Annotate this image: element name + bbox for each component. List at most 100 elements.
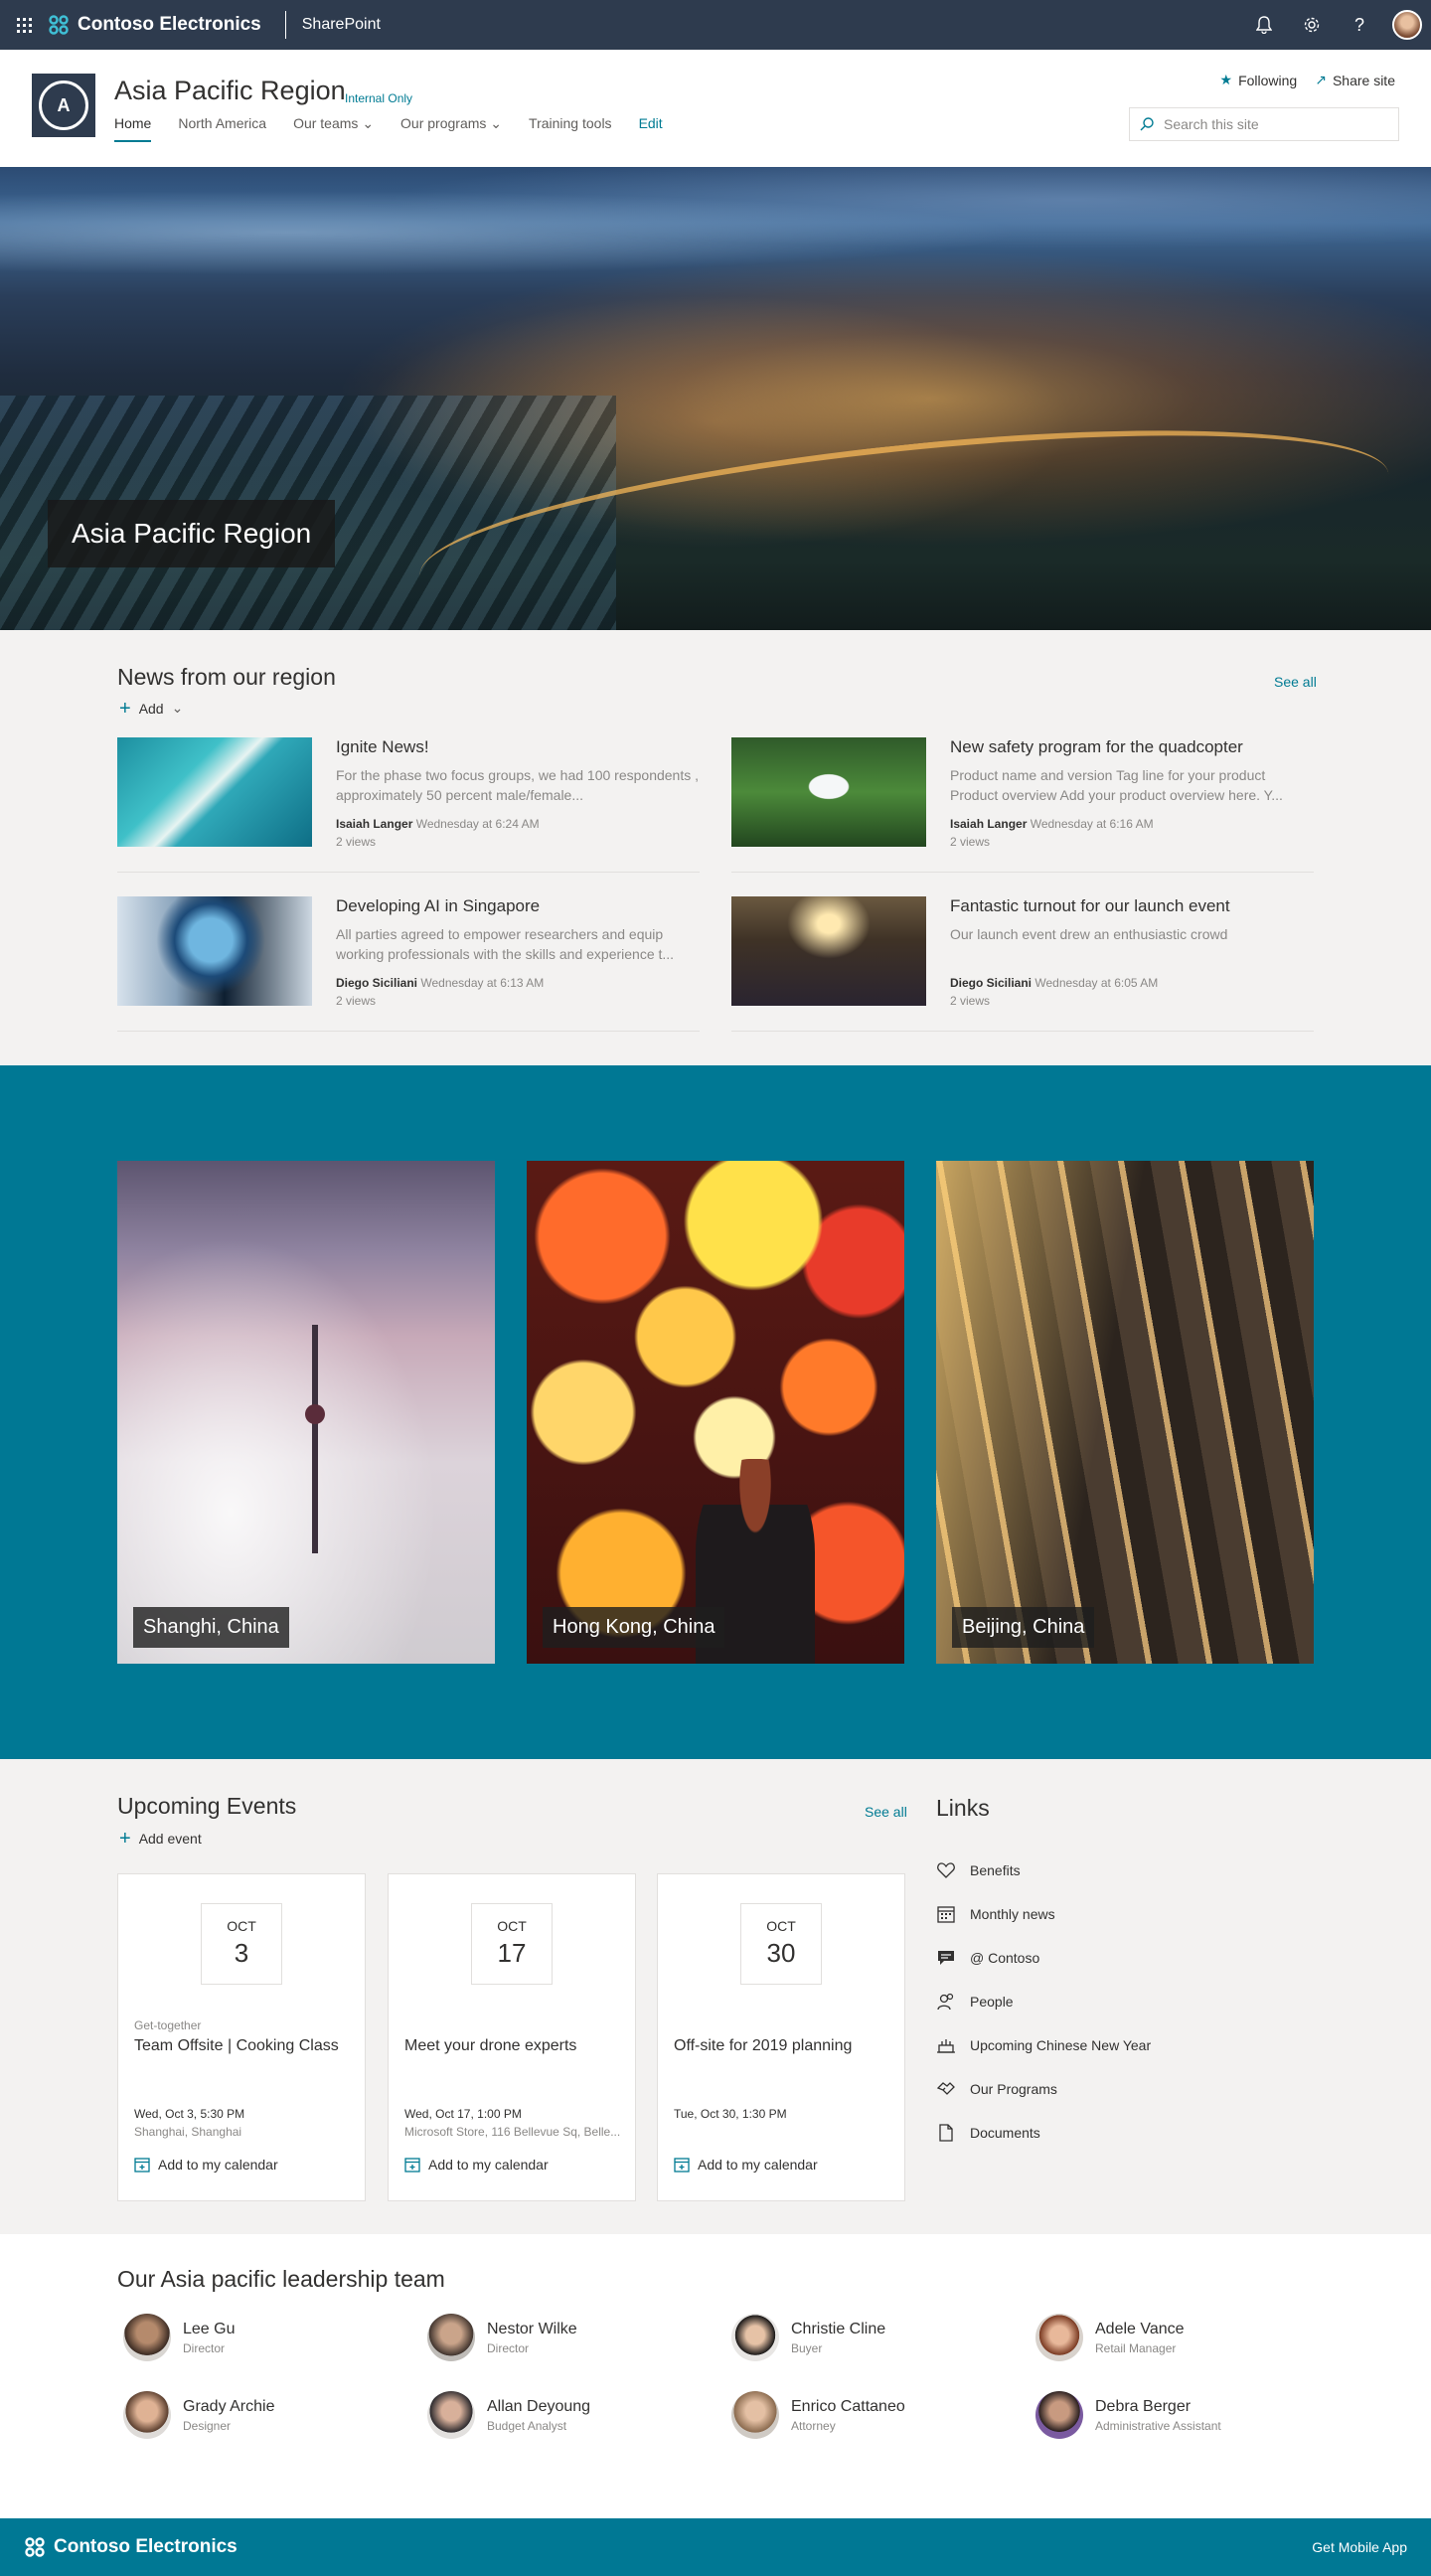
classification-badge: Internal Only (345, 91, 413, 105)
person-role: Designer (183, 2418, 232, 2433)
news-title: Fantastic turnout for our launch event (950, 896, 1230, 915)
person-card[interactable]: Grady Archie Designer (123, 2391, 274, 2439)
person-name: Lee Gu (183, 2320, 236, 2337)
person-card[interactable]: Debra Berger Administrative Assistant (1035, 2391, 1221, 2439)
get-mobile-app-link[interactable]: Get Mobile App (1312, 2539, 1407, 2555)
person-name: Adele Vance (1095, 2320, 1185, 2337)
following-button[interactable]: ★ Following (1220, 72, 1298, 88)
person-role: Budget Analyst (487, 2418, 567, 2433)
document-icon (939, 2124, 953, 2142)
avatar (427, 2391, 475, 2439)
news-description: Product name and version Tag line for yo… (950, 767, 1283, 803)
news-item[interactable]: Developing AI in Singapore All parties a… (117, 896, 700, 1032)
person-name: Christie Cline (791, 2320, 886, 2337)
person-role: Administrative Assistant (1095, 2418, 1221, 2433)
link-documents[interactable]: Documents (936, 2123, 1040, 2143)
add-to-calendar-label: Add to my calendar (698, 2157, 818, 2173)
site-header: A Asia Pacific Region Internal Only Home… (0, 50, 1431, 167)
tv-tower-shape (312, 1325, 318, 1553)
brand[interactable]: Contoso Electronics (48, 11, 286, 39)
person-card[interactable]: Adele Vance Retail Manager (1035, 2314, 1185, 2361)
event-date-box: OCT 30 (740, 1903, 822, 1985)
news-time: Wednesday at 6:24 AM (415, 817, 540, 831)
add-event-button[interactable]: + Add event (119, 1829, 202, 1849)
add-news-button[interactable]: + Add ⌄ (119, 699, 184, 719)
news-views: 2 views (336, 835, 377, 849)
person-card[interactable]: Lee Gu Director (123, 2314, 235, 2361)
help-icon[interactable]: ? (1336, 0, 1383, 50)
nav-item-our-teams[interactable]: Our teams ⌄ (293, 115, 374, 142)
avatar (123, 2391, 171, 2439)
nav-item-training-tools[interactable]: Training tools (529, 115, 612, 142)
link-monthly-news[interactable]: Monthly news (936, 1904, 1055, 1924)
leadership-section: Our Asia pacific leadership team Lee Gu D… (0, 2234, 1431, 2518)
add-to-calendar-button[interactable]: Add to my calendar (404, 2157, 549, 2173)
city-tile-shanghai[interactable]: Shanghi, China (117, 1161, 495, 1664)
event-card[interactable]: OCT 3 Get-together Team Offsite | Cookin… (117, 1873, 366, 2201)
contoso-logo-icon (49, 15, 69, 35)
chevron-down-icon: ⌄ (490, 115, 503, 131)
hero-banner[interactable]: Asia Pacific Region (0, 167, 1431, 630)
link-label: Documents (970, 2125, 1040, 2141)
events-see-all-link[interactable]: See all (865, 1804, 907, 1820)
event-day: 17 (497, 1938, 527, 1968)
person-name: Debra Berger (1095, 2397, 1192, 2415)
city-tile-beijing[interactable]: Beijing, China (936, 1161, 1314, 1664)
site-title[interactable]: Asia Pacific Region (114, 76, 346, 106)
events-links-section: Upcoming Events See all + Add event OCT … (0, 1759, 1431, 2234)
news-item[interactable]: Fantastic turnout for our launch event O… (731, 896, 1314, 1032)
news-item[interactable]: Ignite News! For the phase two focus gro… (117, 737, 700, 873)
event-datetime: Wed, Oct 3, 5:30 PM (134, 2107, 245, 2121)
nav-item-our-programs[interactable]: Our programs ⌄ (400, 115, 502, 142)
link-people[interactable]: People (936, 1992, 1014, 2012)
news-section: News from our region See all + Add ⌄ Ign… (0, 630, 1431, 1065)
avatar (1035, 2391, 1083, 2439)
add-to-calendar-button[interactable]: Add to my calendar (134, 2157, 278, 2173)
city-tile-hong-kong[interactable]: Hong Kong, China (527, 1161, 904, 1664)
link-label: Monthly news (970, 1906, 1055, 1922)
link-chinese-new-year[interactable]: Upcoming Chinese New Year (936, 2035, 1151, 2055)
user-avatar[interactable] (1392, 10, 1422, 40)
site-search-box[interactable]: Search this site (1129, 107, 1399, 141)
person-name: Allan Deyoung (487, 2397, 591, 2415)
nav-item-home[interactable]: Home (114, 115, 152, 142)
link-our-programs[interactable]: Our Programs (936, 2079, 1057, 2099)
link-at-contoso[interactable]: @ Contoso (936, 1948, 1039, 1968)
site-logo[interactable]: A (32, 74, 95, 137)
link-benefits[interactable]: Benefits (936, 1860, 1021, 1880)
news-see-all-link[interactable]: See all (1274, 674, 1317, 690)
news-author: Isaiah Langer (950, 817, 1028, 831)
news-time: Wednesday at 6:16 AM (1030, 817, 1154, 831)
city-label: Beijing, China (952, 1607, 1095, 1648)
link-label: People (970, 1994, 1014, 2010)
app-name[interactable]: SharePoint (286, 16, 381, 34)
event-card[interactable]: OCT 30 Off-site for 2019 planning Tue, O… (657, 1873, 905, 2201)
event-month: OCT (227, 1918, 256, 1934)
settings-gear-icon[interactable] (1288, 0, 1336, 50)
add-to-calendar-button[interactable]: Add to my calendar (674, 2157, 818, 2173)
footer-brand[interactable]: Contoso Electronics (24, 2536, 238, 2558)
share-site-button[interactable]: ↗ Share site (1315, 72, 1395, 88)
leadership-section-title: Our Asia pacific leadership team (117, 2266, 445, 2292)
event-date-box: OCT 17 (471, 1903, 553, 1985)
site-logo-letter: A (39, 80, 88, 130)
chevron-down-icon: ⌄ (171, 700, 184, 716)
person-name: Nestor Wilke (487, 2320, 577, 2337)
event-card[interactable]: OCT 17 Meet your drone experts Wed, Oct … (388, 1873, 636, 2201)
person-card[interactable]: Enrico Cattaneo Attorney (731, 2391, 905, 2439)
person-role: Buyer (791, 2340, 823, 2355)
nav-edit-link[interactable]: Edit (639, 115, 663, 142)
news-views: 2 views (950, 994, 991, 1008)
share-icon: ↗ (1315, 72, 1327, 87)
person-card[interactable]: Christie Cline Buyer (731, 2314, 885, 2361)
news-item[interactable]: New safety program for the quadcopter Pr… (731, 737, 1314, 873)
notifications-icon[interactable] (1240, 0, 1288, 50)
news-description: All parties agreed to empower researcher… (336, 926, 675, 962)
app-launcher-icon[interactable] (0, 0, 48, 50)
person-card[interactable]: Allan Deyoung Budget Analyst (427, 2391, 590, 2439)
site-navigation: Home North America Our teams ⌄ Our progr… (114, 115, 663, 142)
person-card[interactable]: Nestor Wilke Director (427, 2314, 577, 2361)
site-actions: ★ Following ↗ Share site (1220, 72, 1395, 88)
calendar-icon (937, 1906, 955, 1923)
nav-item-north-america[interactable]: North America (178, 115, 266, 142)
